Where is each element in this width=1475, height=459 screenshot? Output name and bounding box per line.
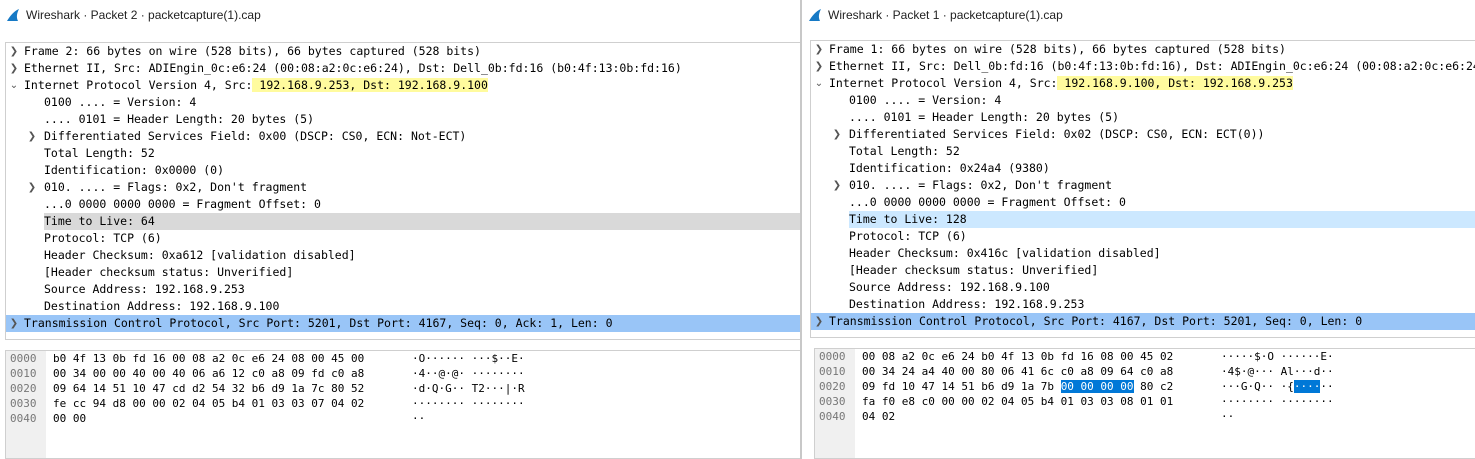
hex-bytes-pre: 09 fd 10 47 14 51 b6 d9 1a 7b [862,380,1061,393]
hex-row[interactable]: 0000 b0 4f 13 0b fd 16 00 08 a2 0c e6 24 … [6,351,801,366]
chevron-right-icon[interactable]: ❯ [26,128,38,145]
title-bar[interactable]: Wireshark · Packet 1 · packetcapture(1).… [802,0,1475,30]
hex-row[interactable]: 0010 00 34 24 a4 40 00 80 06 41 6c c0 a8 … [815,364,1475,379]
wireshark-fin-icon [809,9,821,21]
tree-row-checksum[interactable]: Header Checksum: 0x416c [validation disa… [811,245,1475,262]
hex-bytes-selected: 00 00 00 00 [1060,380,1134,393]
tree-row-tcp[interactable]: ❯ Transmission Control Protocol, Src Port… [6,315,801,332]
tree-row-protocol[interactable]: Protocol: TCP (6) [811,228,1475,245]
tree-row-version[interactable]: 0100 .... = Version: 4 [811,92,1475,109]
tree-row-ipv4[interactable]: ⌄ Internet Protocol Version 4, Src: 192.1… [6,77,801,94]
tree-row-tcp[interactable]: ❯ Transmission Control Protocol, Src Port… [811,313,1475,330]
tree-row-version[interactable]: 0100 .... = Version: 4 [6,94,801,111]
chevron-right-icon[interactable]: ❯ [831,177,843,194]
chevron-right-icon[interactable]: ❯ [8,43,20,60]
hex-row[interactable]: 0020 09 64 14 51 10 47 cd d2 54 32 b6 d9 … [6,381,801,396]
chevron-right-icon[interactable]: ❯ [813,313,825,330]
tree-row-checksum-status[interactable]: [Header checksum status: Unverified] [811,262,1475,279]
window-title: Wireshark · Packet 2 · packetcapture(1).… [26,8,261,22]
tree-row-dst-addr[interactable]: Destination Address: 192.168.9.253 [811,296,1475,313]
ascii-selected: ···· [1293,380,1321,393]
tree-row-frame[interactable]: ❯ Frame 2: 66 bytes on wire (528 bits), 6… [6,43,801,60]
hex-row[interactable]: 0010 00 34 00 00 40 00 40 06 a6 12 c0 a8 … [6,366,801,381]
packet-2-window: Wireshark · Packet 2 · packetcapture(1).… [0,0,801,459]
tree-row-header-length[interactable]: .... 0101 = Header Length: 20 bytes (5) [811,109,1475,126]
chevron-right-icon[interactable]: ❯ [26,179,38,196]
ipv4-label: Internet Protocol Version 4, Src: [24,78,253,92]
ip-highlight: 192.168.9.100, Dst: 192.168.9.253 [1057,76,1293,90]
tree-row-ipv4[interactable]: ⌄ Internet Protocol Version 4, Src: 192.1… [811,75,1475,92]
packet-details-tree[interactable]: ❯ Frame 2: 66 bytes on wire (528 bits), 6… [5,42,801,340]
packet-bytes-pane[interactable]: 0000 00 08 a2 0c e6 24 b0 4f 13 0b fd 16 … [814,348,1475,459]
hex-bytes-post: 80 c2 [1133,380,1174,393]
tree-row-ethernet[interactable]: ❯ Ethernet II, Src: ADIEngin_0c:e6:24 (00… [6,60,801,77]
ip-highlight: 192.168.9.253, Dst: 192.168.9.100 [252,78,488,92]
packet-details-tree[interactable]: ❯ Frame 1: 66 bytes on wire (528 bits), 6… [810,40,1475,338]
tree-row-frame[interactable]: ❯ Frame 1: 66 bytes on wire (528 bits), 6… [811,41,1475,58]
tree-row-flags[interactable]: ❯ 010. .... = Flags: 0x2, Don't fragment [811,177,1475,194]
chevron-right-icon[interactable]: ❯ [831,126,843,143]
hex-row[interactable]: 0020 09 fd 10 47 14 51 b6 d9 1a 7b 00 00 … [815,379,1475,394]
tree-row-fragment-offset[interactable]: ...0 0000 0000 0000 = Fragment Offset: 0 [6,196,801,213]
tree-row-protocol[interactable]: Protocol: TCP (6) [6,230,801,247]
tree-row-ttl[interactable]: Time to Live: 64 [6,213,801,230]
chevron-down-icon[interactable]: ⌄ [813,75,825,92]
tree-row-src-addr[interactable]: Source Address: 192.168.9.253 [6,281,801,298]
tree-row-total-length[interactable]: Total Length: 52 [6,145,801,162]
title-bar[interactable]: Wireshark · Packet 2 · packetcapture(1).… [0,0,801,30]
hex-row[interactable]: 0030 fe cc 94 d8 00 00 02 04 05 b4 01 03 … [6,396,801,411]
tree-row-fragment-offset[interactable]: ...0 0000 0000 0000 = Fragment Offset: 0 [811,194,1475,211]
tree-row-identification[interactable]: Identification: 0x0000 (0) [6,162,801,179]
tree-row-identification[interactable]: Identification: 0x24a4 (9380) [811,160,1475,177]
tree-row-dsfield[interactable]: ❯ Differentiated Services Field: 0x00 (DS… [6,128,801,145]
chevron-right-icon[interactable]: ❯ [8,315,20,332]
tree-row-dsfield[interactable]: ❯ Differentiated Services Field: 0x02 (DS… [811,126,1475,143]
hex-row[interactable]: 0040 04 02 ·· [815,409,1475,424]
hex-row[interactable]: 0030 fa f0 e8 c0 00 00 02 04 05 b4 01 03 … [815,394,1475,409]
tree-row-dst-addr[interactable]: Destination Address: 192.168.9.100 [6,298,801,315]
tree-row-flags[interactable]: ❯ 010. .... = Flags: 0x2, Don't fragment [6,179,801,196]
wireshark-fin-icon [7,9,19,21]
hex-row[interactable]: 0000 00 08 a2 0c e6 24 b0 4f 13 0b fd 16 … [815,349,1475,364]
packet-1-window: Wireshark · Packet 1 · packetcapture(1).… [802,0,1475,459]
chevron-down-icon[interactable]: ⌄ [8,77,20,94]
chevron-right-icon[interactable]: ❯ [813,41,825,58]
hex-row[interactable]: 0040 00 00 ·· [6,411,801,426]
packet-bytes-pane[interactable]: 0000 b0 4f 13 0b fd 16 00 08 a2 0c e6 24 … [5,350,801,459]
tree-row-ttl[interactable]: Time to Live: 128 [811,211,1475,228]
tree-row-checksum[interactable]: Header Checksum: 0xa612 [validation disa… [6,247,801,264]
chevron-right-icon[interactable]: ❯ [8,60,20,77]
chevron-right-icon[interactable]: ❯ [813,58,825,75]
tree-row-src-addr[interactable]: Source Address: 192.168.9.100 [811,279,1475,296]
tree-row-ethernet[interactable]: ❯ Ethernet II, Src: Dell_0b:fd:16 (b0:4f:… [811,58,1475,75]
ascii-post: ·· [1320,380,1334,393]
tree-row-checksum-status[interactable]: [Header checksum status: Unverified] [6,264,801,281]
tree-row-header-length[interactable]: .... 0101 = Header Length: 20 bytes (5) [6,111,801,128]
tree-row-total-length[interactable]: Total Length: 52 [811,143,1475,160]
ipv4-label: Internet Protocol Version 4, Src: [829,76,1058,90]
ascii-pre: ···G·Q·· ·{ [1221,380,1294,393]
window-title: Wireshark · Packet 1 · packetcapture(1).… [828,8,1063,22]
